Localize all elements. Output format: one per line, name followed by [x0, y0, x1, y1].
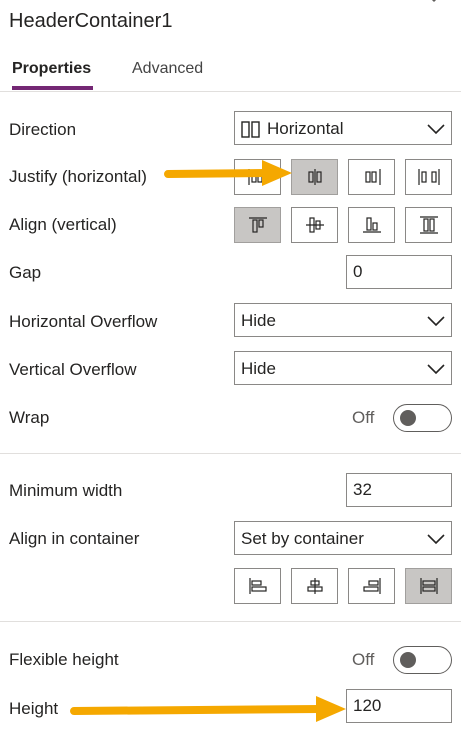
vertical-overflow-row: Vertical Overflow Hide	[0, 350, 461, 390]
horizontal-overflow-label: Horizontal Overflow	[9, 312, 158, 331]
minimum-width-input-box	[346, 473, 452, 507]
vertical-overflow-dropdown[interactable]: Hide	[234, 351, 452, 385]
toggle-knob	[400, 410, 416, 426]
height-input-box	[346, 689, 452, 723]
align-vertical-label: Align (vertical)	[9, 215, 117, 234]
justify-center-button[interactable]	[291, 159, 338, 195]
minimum-width-input[interactable]	[347, 474, 451, 506]
align-left-button[interactable]	[234, 568, 281, 604]
direction-label: Direction	[9, 120, 77, 139]
gap-row: Gap	[0, 253, 461, 293]
align-middle-icon	[305, 217, 324, 233]
direction-value: Horizontal	[267, 119, 344, 138]
height-input[interactable]	[347, 690, 451, 722]
flexible-height-state-label: Off	[352, 650, 375, 669]
horizontal-overflow-dropdown[interactable]: Hide	[234, 303, 452, 337]
gap-input[interactable]	[347, 256, 451, 288]
justify-center-icon	[307, 169, 322, 185]
annotation-arrow	[70, 696, 346, 722]
direction-row: Direction Horizontal	[0, 110, 461, 150]
chevron-down-icon	[427, 534, 445, 545]
align-left-icon	[248, 578, 267, 594]
wrap-toggle[interactable]	[393, 404, 452, 432]
justify-end-icon	[364, 169, 381, 185]
justify-label: Justify (horizontal)	[9, 167, 147, 186]
wrap-state-label: Off	[352, 408, 375, 427]
collapse-chevron-icon[interactable]	[427, 0, 441, 4]
active-tab-indicator	[12, 86, 93, 90]
align-in-container-dropdown[interactable]: Set by container	[234, 521, 452, 555]
wrap-row: Wrap Off	[0, 398, 461, 438]
gap-input-box	[346, 255, 452, 289]
gap-label: Gap	[9, 263, 42, 282]
justify-space-between-icon	[417, 169, 440, 185]
wrap-toggle-group: Off	[352, 403, 452, 433]
flexible-height-toggle[interactable]	[393, 646, 452, 674]
vertical-overflow-value: Hide	[241, 359, 276, 378]
chevron-down-icon	[427, 316, 445, 327]
align-top-button[interactable]	[234, 207, 281, 243]
align-top-icon	[248, 217, 267, 233]
align-stretch-horizontal-icon	[419, 578, 438, 594]
toggle-knob	[400, 652, 416, 668]
align-center-icon	[306, 578, 323, 594]
justify-end-button[interactable]	[348, 159, 395, 195]
align-stretch-icon	[419, 216, 438, 234]
minimum-width-label: Minimum width	[9, 481, 123, 500]
chevron-down-icon	[427, 124, 445, 135]
horizontal-layout-icon	[241, 121, 260, 138]
align-in-container-label: Align in container	[9, 529, 140, 548]
flexible-height-label: Flexible height	[9, 650, 119, 669]
align-middle-button[interactable]	[291, 207, 338, 243]
align-right-icon	[362, 578, 381, 594]
height-label: Height	[9, 699, 59, 718]
align-in-container-value: Set by container	[241, 529, 364, 548]
annotation-arrow	[164, 160, 292, 186]
section-divider	[0, 453, 461, 454]
align-right-button[interactable]	[348, 568, 395, 604]
align-stretch-button[interactable]	[405, 207, 452, 243]
section-divider	[0, 621, 461, 622]
align-in-container-buttons	[0, 566, 461, 606]
panel-title: HeaderContainer1	[9, 10, 173, 32]
flexible-height-toggle-group: Off	[352, 645, 452, 675]
align-in-container-row: Align in container Set by container	[0, 519, 461, 559]
tab-advanced[interactable]: Advanced	[132, 60, 203, 78]
flexible-height-row: Flexible height Off	[0, 640, 461, 680]
property-tabs: Properties Advanced	[0, 52, 461, 92]
tab-properties[interactable]: Properties	[12, 60, 91, 78]
justify-space-between-button[interactable]	[405, 159, 452, 195]
align-center-button[interactable]	[291, 568, 338, 604]
chevron-down-icon	[427, 364, 445, 375]
wrap-label: Wrap	[9, 408, 50, 427]
align-bottom-button[interactable]	[348, 207, 395, 243]
horizontal-overflow-value: Hide	[241, 311, 276, 330]
direction-dropdown[interactable]: Horizontal	[234, 111, 452, 145]
horizontal-overflow-row: Horizontal Overflow Hide	[0, 302, 461, 342]
align-bottom-icon	[362, 217, 381, 233]
align-vertical-row: Align (vertical)	[0, 205, 461, 245]
vertical-overflow-label: Vertical Overflow	[9, 360, 137, 379]
align-stretch-horizontal-button[interactable]	[405, 568, 452, 604]
minimum-width-row: Minimum width	[0, 471, 461, 511]
